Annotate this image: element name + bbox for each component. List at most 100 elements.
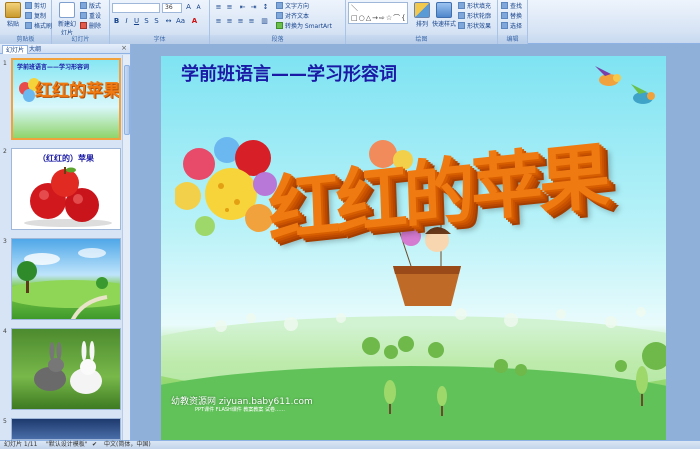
quick-styles-icon [436,2,452,18]
slide-thumbnail-4[interactable] [11,328,121,410]
slide-thumbnail-3[interactable] [11,238,121,320]
editing-group: 查找 替换 选择 编辑 [498,0,528,44]
grow-font-icon[interactable]: A [184,3,193,12]
font-group: 36 A A B I U S S ↔ Aa A 字体 [110,0,210,44]
select-button[interactable]: 选择 [501,22,522,31]
thumb-number: 2 [3,148,7,155]
language-status[interactable]: 中文(简体，中国) [104,441,151,449]
slide-thumbnail-1[interactable]: 学前班语言——学习形容词 红红的苹果 [11,58,121,140]
find-icon [501,2,508,9]
font-size-combo[interactable]: 36 [162,3,182,13]
new-slide-button[interactable]: 新建幻灯片 [56,2,78,37]
decrease-indent-icon[interactable]: ⇤ [238,3,247,12]
watermark-subtext: PPT课件 FLASH课件 教案教案 试卷…… [195,407,285,413]
paste-icon [5,2,21,18]
scissors-icon [25,2,32,9]
group-label-paragraph: 段落 [210,35,345,44]
thumbnail-scrollbar[interactable] [122,55,130,440]
quick-styles-button[interactable]: 快速样式 [432,2,456,32]
scrollbar-thumb[interactable] [124,65,130,135]
brush-icon [25,22,32,29]
close-icon[interactable]: × [121,44,127,52]
effects-icon [458,22,465,29]
change-case-icon[interactable]: Aa [176,17,185,26]
align-center-icon[interactable]: ≡ [225,17,234,26]
tab-slides[interactable]: 幻灯片 [2,45,29,54]
delete-icon [80,22,87,29]
slide-title[interactable]: 学前班语言——学习形容词 [181,60,397,86]
group-label-drawing: 绘图 [346,35,497,44]
new-slide-icon [59,2,75,18]
bold-icon[interactable]: B [112,17,121,26]
thumb-number: 5 [3,418,7,425]
copy-icon [25,12,32,19]
select-icon [501,22,508,29]
columns-icon[interactable]: ▥ [260,17,269,26]
meadow-image [12,248,120,319]
thumb-number: 3 [3,238,7,245]
align-right-icon[interactable]: ≡ [236,17,245,26]
smartart-button[interactable]: 转换为 SmartArt [276,22,332,31]
bullets-icon[interactable]: ≡ [214,3,223,12]
align-left-icon[interactable]: ≡ [214,17,223,26]
smartart-icon [276,22,283,29]
increase-indent-icon[interactable]: ⇥ [249,3,258,12]
cut-button[interactable]: 剪切 [25,2,46,11]
thumb-title: （红红的）苹果 [38,154,94,163]
slide-canvas[interactable]: 学前班语言——学习形容词 红红的苹果 幼教资源网 ziyuan.baby611.… [161,56,666,440]
arrange-button[interactable]: 排列 [412,2,432,32]
tab-outline[interactable]: 大纲 [26,45,44,54]
italic-icon[interactable]: I [122,17,131,26]
shadow-icon[interactable]: S [152,17,161,26]
font-color-icon[interactable]: A [190,17,199,26]
copy-button[interactable]: 复制 [25,12,46,21]
layout-button[interactable]: 版式 [80,2,101,11]
apples-image [24,167,112,227]
theme-name: "默认设计模板" [46,441,88,448]
text-direction-icon [276,2,283,9]
shape-outline-button[interactable]: 形状轮廓 [458,12,491,21]
spacing-icon[interactable]: ↔ [164,17,173,26]
shrink-font-icon[interactable]: A [194,3,203,12]
group-label-slides: 幻灯片 [52,35,109,44]
slide-editor: 学前班语言——学习形容词 红红的苹果 幼教资源网 ziyuan.baby611.… [131,44,700,440]
thumb-number: 1 [3,60,7,67]
status-bar: 幻灯片 1/11 "默认设计模板" ✔ 中文(简体，中国) [0,440,700,449]
underline-icon[interactable]: U [132,17,141,26]
shapes-gallery[interactable]: ＼□○△→⇨☆⌒{ } [348,2,408,24]
slide-thumbnail-5[interactable] [11,418,121,440]
numbering-icon[interactable]: ≡ [225,3,234,12]
rabbits-image [34,341,102,394]
text-direction-button[interactable]: 文字方向 [276,2,309,11]
align-text-button[interactable]: 对齐文本 [276,12,309,21]
format-painter-button[interactable]: 格式刷 [25,22,52,31]
shape-effects-button[interactable]: 形状效果 [458,22,491,31]
drawing-group: ＼□○△→⇨☆⌒{ } 排列 快速样式 形状填充 形状轮廓 形状效果 绘图 [346,0,498,44]
clipboard-group: 粘贴 剪切 复制 格式刷 剪贴板 [0,0,52,44]
justify-icon[interactable]: ≡ [247,17,256,26]
reset-icon [80,12,87,19]
layout-icon [80,2,87,9]
slides-panel: 幻灯片 大纲 × 1 学前班语言——学习形容词 红红的苹果 2 （红红的）苹果 … [0,44,131,440]
slide-thumbnail-2[interactable]: （红红的）苹果 [11,148,121,230]
line-spacing-icon[interactable]: ↕ [261,3,270,12]
group-label-editing: 编辑 [498,35,527,44]
group-label-font: 字体 [110,35,209,44]
panel-tabs: 幻灯片 大纲 × [0,44,130,54]
shape-fill-button[interactable]: 形状填充 [458,2,491,11]
outline-icon [458,12,465,19]
font-name-combo[interactable] [112,3,160,13]
thumb-number: 4 [3,328,7,335]
fill-icon [458,2,465,9]
replace-button[interactable]: 替换 [501,12,522,21]
paste-button[interactable]: 粘贴 [2,2,24,32]
strikethrough-icon[interactable]: S [142,17,151,26]
delete-button[interactable]: 删除 [80,22,101,31]
slide-count: 幻灯片 1/11 [4,441,38,448]
language-icon[interactable]: ✔ [92,441,97,449]
reset-button[interactable]: 重设 [80,12,101,21]
ribbon: 粘贴 剪切 复制 格式刷 剪贴板 新建幻灯片 版式 重设 删除 幻灯片 36 A… [0,0,700,44]
birds-image [595,66,655,104]
find-button[interactable]: 查找 [501,2,522,11]
thumb-title: 学前班语言——学习形容词 [17,64,90,71]
